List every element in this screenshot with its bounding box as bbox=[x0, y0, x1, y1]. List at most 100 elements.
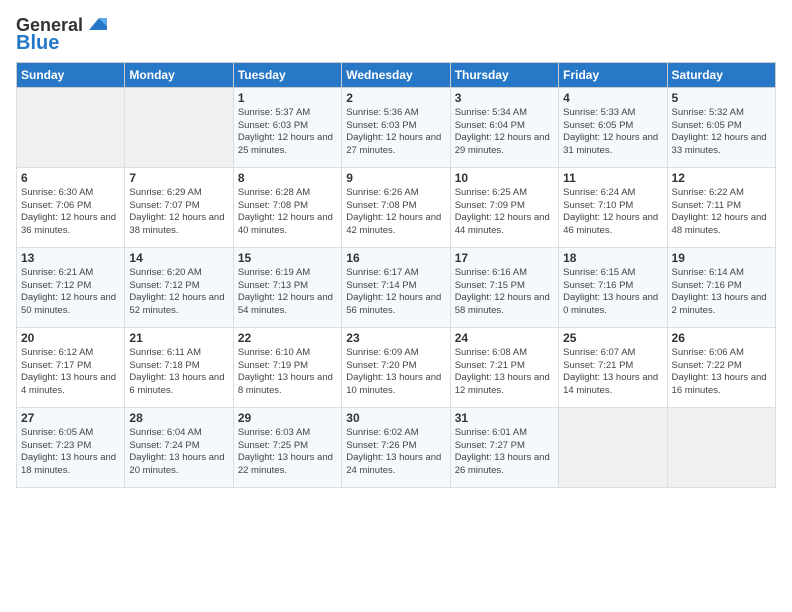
day-number: 20 bbox=[21, 331, 120, 345]
cell-content: Sunrise: 6:14 AMSunset: 7:16 PMDaylight:… bbox=[672, 267, 771, 318]
cell-content: Sunrise: 6:12 AMSunset: 7:17 PMDaylight:… bbox=[21, 347, 120, 398]
day-number: 13 bbox=[21, 251, 120, 265]
cell-content: Sunrise: 6:03 AMSunset: 7:25 PMDaylight:… bbox=[238, 427, 337, 478]
day-number: 2 bbox=[346, 91, 445, 105]
logo-icon bbox=[85, 16, 107, 34]
calendar-cell: 24 Sunrise: 6:08 AMSunset: 7:21 PMDayligh… bbox=[450, 327, 558, 407]
calendar-cell: 8 Sunrise: 6:28 AMSunset: 7:08 PMDaylight… bbox=[233, 167, 341, 247]
cell-content: Sunrise: 5:34 AMSunset: 6:04 PMDaylight:… bbox=[455, 107, 554, 158]
cell-content: Sunrise: 6:21 AMSunset: 7:12 PMDaylight:… bbox=[21, 267, 120, 318]
cell-content: Sunrise: 6:02 AMSunset: 7:26 PMDaylight:… bbox=[346, 427, 445, 478]
calendar-cell: 29 Sunrise: 6:03 AMSunset: 7:25 PMDayligh… bbox=[233, 407, 341, 487]
day-number: 16 bbox=[346, 251, 445, 265]
day-header-saturday: Saturday bbox=[667, 62, 775, 87]
page-header: General Blue bbox=[16, 16, 776, 54]
calendar-cell bbox=[17, 87, 125, 167]
cell-content: Sunrise: 6:17 AMSunset: 7:14 PMDaylight:… bbox=[346, 267, 445, 318]
cell-content: Sunrise: 5:36 AMSunset: 6:03 PMDaylight:… bbox=[346, 107, 445, 158]
day-number: 4 bbox=[563, 91, 662, 105]
day-number: 7 bbox=[129, 171, 228, 185]
cell-content: Sunrise: 5:32 AMSunset: 6:05 PMDaylight:… bbox=[672, 107, 771, 158]
calendar-cell: 15 Sunrise: 6:19 AMSunset: 7:13 PMDayligh… bbox=[233, 247, 341, 327]
cell-content: Sunrise: 6:24 AMSunset: 7:10 PMDaylight:… bbox=[563, 187, 662, 238]
calendar-cell: 21 Sunrise: 6:11 AMSunset: 7:18 PMDayligh… bbox=[125, 327, 233, 407]
calendar-cell: 9 Sunrise: 6:26 AMSunset: 7:08 PMDaylight… bbox=[342, 167, 450, 247]
day-header-sunday: Sunday bbox=[17, 62, 125, 87]
calendar-cell: 31 Sunrise: 6:01 AMSunset: 7:27 PMDayligh… bbox=[450, 407, 558, 487]
cell-content: Sunrise: 6:16 AMSunset: 7:15 PMDaylight:… bbox=[455, 267, 554, 318]
calendar-cell: 19 Sunrise: 6:14 AMSunset: 7:16 PMDayligh… bbox=[667, 247, 775, 327]
calendar-cell: 23 Sunrise: 6:09 AMSunset: 7:20 PMDayligh… bbox=[342, 327, 450, 407]
cell-content: Sunrise: 6:28 AMSunset: 7:08 PMDaylight:… bbox=[238, 187, 337, 238]
calendar-cell bbox=[667, 407, 775, 487]
day-number: 17 bbox=[455, 251, 554, 265]
day-number: 5 bbox=[672, 91, 771, 105]
day-number: 26 bbox=[672, 331, 771, 345]
calendar-cell: 3 Sunrise: 5:34 AMSunset: 6:04 PMDaylight… bbox=[450, 87, 558, 167]
cell-content: Sunrise: 6:30 AMSunset: 7:06 PMDaylight:… bbox=[21, 187, 120, 238]
cell-content: Sunrise: 6:04 AMSunset: 7:24 PMDaylight:… bbox=[129, 427, 228, 478]
cell-content: Sunrise: 6:08 AMSunset: 7:21 PMDaylight:… bbox=[455, 347, 554, 398]
calendar-cell: 30 Sunrise: 6:02 AMSunset: 7:26 PMDayligh… bbox=[342, 407, 450, 487]
day-header-tuesday: Tuesday bbox=[233, 62, 341, 87]
calendar-cell: 11Sunrise: 6:24 AMSunset: 7:10 PMDayligh… bbox=[559, 167, 667, 247]
cell-content: Sunrise: 5:37 AMSunset: 6:03 PMDaylight:… bbox=[238, 107, 337, 158]
day-number: 25 bbox=[563, 331, 662, 345]
calendar-cell: 28Sunrise: 6:04 AMSunset: 7:24 PMDayligh… bbox=[125, 407, 233, 487]
day-number: 9 bbox=[346, 171, 445, 185]
cell-content: Sunrise: 5:33 AMSunset: 6:05 PMDaylight:… bbox=[563, 107, 662, 158]
calendar-cell: 4 Sunrise: 5:33 AMSunset: 6:05 PMDaylight… bbox=[559, 87, 667, 167]
day-number: 10 bbox=[455, 171, 554, 185]
cell-content: Sunrise: 6:09 AMSunset: 7:20 PMDaylight:… bbox=[346, 347, 445, 398]
calendar-cell: 25 Sunrise: 6:07 AMSunset: 7:21 PMDayligh… bbox=[559, 327, 667, 407]
day-number: 24 bbox=[455, 331, 554, 345]
cell-content: Sunrise: 6:11 AMSunset: 7:18 PMDaylight:… bbox=[129, 347, 228, 398]
day-number: 30 bbox=[346, 411, 445, 425]
cell-content: Sunrise: 6:01 AMSunset: 7:27 PMDaylight:… bbox=[455, 427, 554, 478]
day-header-wednesday: Wednesday bbox=[342, 62, 450, 87]
cell-content: Sunrise: 6:19 AMSunset: 7:13 PMDaylight:… bbox=[238, 267, 337, 318]
calendar-cell: 6 Sunrise: 6:30 AMSunset: 7:06 PMDaylight… bbox=[17, 167, 125, 247]
day-number: 14 bbox=[129, 251, 228, 265]
calendar-cell: 2 Sunrise: 5:36 AMSunset: 6:03 PMDaylight… bbox=[342, 87, 450, 167]
calendar-cell bbox=[559, 407, 667, 487]
day-number: 27 bbox=[21, 411, 120, 425]
calendar-cell bbox=[125, 87, 233, 167]
cell-content: Sunrise: 6:25 AMSunset: 7:09 PMDaylight:… bbox=[455, 187, 554, 238]
cell-content: Sunrise: 6:26 AMSunset: 7:08 PMDaylight:… bbox=[346, 187, 445, 238]
calendar-cell: 16 Sunrise: 6:17 AMSunset: 7:14 PMDayligh… bbox=[342, 247, 450, 327]
calendar-cell: 10 Sunrise: 6:25 AMSunset: 7:09 PMDayligh… bbox=[450, 167, 558, 247]
day-number: 6 bbox=[21, 171, 120, 185]
day-header-monday: Monday bbox=[125, 62, 233, 87]
day-number: 3 bbox=[455, 91, 554, 105]
cell-content: Sunrise: 6:06 AMSunset: 7:22 PMDaylight:… bbox=[672, 347, 771, 398]
logo: General Blue bbox=[16, 16, 107, 54]
cell-content: Sunrise: 6:15 AMSunset: 7:16 PMDaylight:… bbox=[563, 267, 662, 318]
day-number: 15 bbox=[238, 251, 337, 265]
day-number: 29 bbox=[238, 411, 337, 425]
day-header-friday: Friday bbox=[559, 62, 667, 87]
cell-content: Sunrise: 6:07 AMSunset: 7:21 PMDaylight:… bbox=[563, 347, 662, 398]
day-number: 19 bbox=[672, 251, 771, 265]
day-number: 31 bbox=[455, 411, 554, 425]
day-header-thursday: Thursday bbox=[450, 62, 558, 87]
cell-content: Sunrise: 6:10 AMSunset: 7:19 PMDaylight:… bbox=[238, 347, 337, 398]
day-number: 1 bbox=[238, 91, 337, 105]
calendar-cell: 14Sunrise: 6:20 AMSunset: 7:12 PMDayligh… bbox=[125, 247, 233, 327]
calendar-cell: 1 Sunrise: 5:37 AMSunset: 6:03 PMDaylight… bbox=[233, 87, 341, 167]
day-number: 12 bbox=[672, 171, 771, 185]
calendar-cell: 13 Sunrise: 6:21 AMSunset: 7:12 PMDayligh… bbox=[17, 247, 125, 327]
calendar-cell: 26 Sunrise: 6:06 AMSunset: 7:22 PMDayligh… bbox=[667, 327, 775, 407]
calendar-cell: 20 Sunrise: 6:12 AMSunset: 7:17 PMDayligh… bbox=[17, 327, 125, 407]
calendar-cell: 12 Sunrise: 6:22 AMSunset: 7:11 PMDayligh… bbox=[667, 167, 775, 247]
calendar-cell: 18 Sunrise: 6:15 AMSunset: 7:16 PMDayligh… bbox=[559, 247, 667, 327]
day-number: 8 bbox=[238, 171, 337, 185]
calendar-cell: 22Sunrise: 6:10 AMSunset: 7:19 PMDayligh… bbox=[233, 327, 341, 407]
calendar-cell: 27 Sunrise: 6:05 AMSunset: 7:23 PMDayligh… bbox=[17, 407, 125, 487]
calendar-cell: 5 Sunrise: 5:32 AMSunset: 6:05 PMDaylight… bbox=[667, 87, 775, 167]
day-number: 21 bbox=[129, 331, 228, 345]
cell-content: Sunrise: 6:05 AMSunset: 7:23 PMDaylight:… bbox=[21, 427, 120, 478]
day-number: 23 bbox=[346, 331, 445, 345]
day-number: 18 bbox=[563, 251, 662, 265]
cell-content: Sunrise: 6:22 AMSunset: 7:11 PMDaylight:… bbox=[672, 187, 771, 238]
